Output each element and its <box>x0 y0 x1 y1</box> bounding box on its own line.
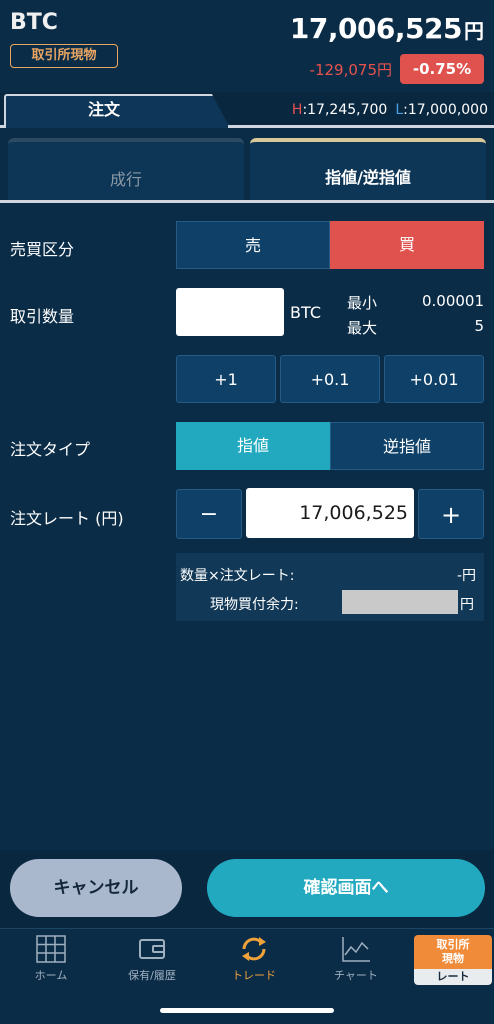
symbol-title: BTC <box>10 10 58 35</box>
current-price: 17,006,525 <box>289 12 463 45</box>
sell-button[interactable]: 売 <box>176 221 330 269</box>
nav-rate-badge[interactable]: 取引所 現物 レート <box>414 935 492 985</box>
cancel-button[interactable]: キャンセル <box>10 859 182 917</box>
price-change: -129,075円 <box>309 61 392 79</box>
nav-trade[interactable]: トレード <box>214 935 294 983</box>
tab-market-order[interactable]: 成行 <box>8 138 244 202</box>
stop-type-button[interactable]: 逆指値 <box>330 422 484 470</box>
max-label: 最大 <box>347 319 378 337</box>
nav-holdings-label: 保有/履歴 <box>128 969 176 982</box>
increment-1-button[interactable]: +1 <box>176 355 276 403</box>
rate-label: 注文レート (円) <box>10 509 124 528</box>
tab-limit-stop-order[interactable]: 指値/逆指値 <box>250 138 486 202</box>
summary-total-value: -円 <box>456 568 476 584</box>
max-value: 5 <box>474 317 484 335</box>
order-type-label: 注文タイプ <box>10 440 91 459</box>
price-change-percent: -0.75% <box>400 54 484 84</box>
home-indicator <box>160 1008 334 1013</box>
nav-chart-label: チャート <box>334 969 378 982</box>
balance-masked-value <box>342 590 458 614</box>
low-value: :17,000,000 <box>403 102 488 118</box>
side-label: 売買区分 <box>10 240 75 259</box>
market-badge: 取引所現物 <box>10 44 118 68</box>
min-label: 最小 <box>347 294 378 312</box>
chart-icon <box>342 937 370 962</box>
summary-total-label: 数量×注文レート: <box>180 568 295 584</box>
high-value: :17,245,700 <box>302 102 388 118</box>
price-display: 17,006,525 円 <box>290 12 484 45</box>
order-type-divider <box>0 200 494 203</box>
nav-trade-label: トレード <box>232 969 276 982</box>
min-value: 0.00001 <box>421 292 484 310</box>
high-label: H <box>291 102 303 118</box>
quantity-unit: BTC <box>290 303 321 322</box>
quantity-input[interactable] <box>176 288 284 336</box>
nav-holdings[interactable]: 保有/履歴 <box>112 935 192 983</box>
confirm-button[interactable]: 確認画面へ <box>207 859 485 917</box>
header: BTC 取引所現物 17,006,525 円 -129,075円 -0.75% <box>0 0 494 92</box>
increment-0.1-button[interactable]: +0.1 <box>280 355 380 403</box>
nav-home-label: ホーム <box>34 969 68 982</box>
nav-chart[interactable]: チャート <box>316 935 396 983</box>
wallet-icon <box>139 939 165 959</box>
rate-increase-button[interactable]: + <box>418 489 484 539</box>
increment-0.01-button[interactable]: +0.01 <box>384 355 484 403</box>
rate-input[interactable]: 17,006,525 <box>246 488 414 538</box>
buy-button[interactable]: 買 <box>330 221 484 269</box>
quantity-label: 取引数量 <box>10 307 75 326</box>
limit-type-button[interactable]: 指値 <box>176 422 330 470</box>
nav-badge-market: 取引所 現物 <box>414 935 492 969</box>
summary-balance-label: 現物買付余力: <box>210 597 299 613</box>
nav-badge-rate: レート <box>414 969 492 985</box>
low-label: L <box>395 102 404 118</box>
nav-home[interactable]: ホーム <box>11 935 91 983</box>
exchange-icon <box>242 937 266 961</box>
price-unit: 円 <box>464 19 484 43</box>
tab-order-label: 注文 <box>87 100 120 119</box>
rate-decrease-button[interactable]: − <box>176 489 242 539</box>
high-low-info: H:17,245,700 L:17,000,000 <box>292 102 488 118</box>
summary-balance-unit: 円 <box>460 597 474 613</box>
grid-icon <box>36 935 66 963</box>
